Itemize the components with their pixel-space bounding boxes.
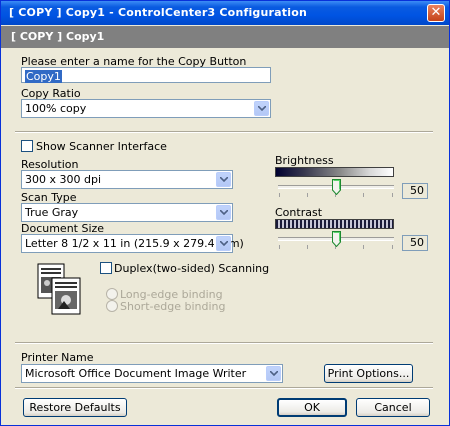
- contrast-value-box: 50: [402, 235, 428, 251]
- chevron-down-icon[interactable]: [216, 205, 231, 220]
- chevron-down-icon[interactable]: [216, 236, 231, 251]
- separator-top: [15, 131, 433, 133]
- show-scanner-interface-label: Show Scanner Interface: [36, 140, 167, 153]
- restore-defaults-button[interactable]: Restore Defaults: [23, 398, 127, 417]
- header-band: [ COPY ] Copy1: [1, 26, 449, 48]
- contrast-label: Contrast: [275, 206, 323, 219]
- ok-button[interactable]: OK: [277, 398, 347, 417]
- duplex-scanning-checkbox[interactable]: [100, 262, 112, 274]
- slider-tick: [392, 245, 393, 249]
- slider-tick: [307, 245, 308, 249]
- brightness-slider-thumb[interactable]: [331, 179, 341, 195]
- brightness-gradient-bar: [275, 167, 394, 177]
- printer-name-value: Microsoft Office Document Image Writer: [25, 367, 247, 380]
- slider-tick: [392, 193, 393, 197]
- printer-name-label: Printer Name: [21, 351, 94, 364]
- chevron-down-icon[interactable]: [254, 101, 269, 116]
- chevron-down-icon[interactable]: [216, 172, 231, 187]
- brightness-label: Brightness: [275, 154, 334, 167]
- short-edge-binding-label: Short-edge binding: [120, 300, 226, 313]
- resolution-select[interactable]: 300 x 300 dpi: [21, 170, 233, 189]
- scan-type-select[interactable]: True Gray: [21, 203, 233, 222]
- brightness-value-box: 50: [402, 183, 428, 199]
- close-button[interactable]: ✕: [427, 4, 445, 22]
- long-edge-binding-radio[interactable]: [106, 288, 118, 300]
- resolution-value: 300 x 300 dpi: [25, 173, 102, 186]
- cancel-button[interactable]: Cancel: [356, 398, 430, 417]
- slider-tick: [363, 193, 364, 197]
- duplex-scanning-label: Duplex(two-sided) Scanning: [114, 262, 270, 275]
- slider-tick: [279, 245, 280, 249]
- chevron-down-icon[interactable]: [266, 366, 281, 381]
- separator-middle: [15, 342, 433, 344]
- document-size-select[interactable]: Letter 8 1/2 x 11 in (215.9 x 279.4 mm): [21, 234, 244, 253]
- close-icon: ✕: [430, 5, 442, 20]
- window-title: [ COPY ] Copy1 - ControlCenter3 Configur…: [9, 6, 307, 19]
- separator-bottom: [15, 387, 433, 389]
- copy-ratio-value: 100% copy: [25, 102, 87, 115]
- title-bar[interactable]: [ COPY ] Copy1 - ControlCenter3 Configur…: [1, 1, 449, 25]
- slider-tick: [307, 193, 308, 197]
- show-scanner-interface-checkbox[interactable]: [21, 140, 33, 152]
- duplex-document-icon: [37, 263, 81, 315]
- config-dialog: [ COPY ] Copy1 - ControlCenter3 Configur…: [0, 0, 450, 426]
- copy-name-value: Copy1: [25, 70, 62, 83]
- contrast-pattern-bar: [275, 219, 394, 229]
- scan-type-value: True Gray: [25, 206, 79, 219]
- contrast-slider-thumb[interactable]: [331, 231, 341, 247]
- printer-name-select[interactable]: Microsoft Office Document Image Writer: [21, 364, 283, 383]
- copy-name-input[interactable]: Copy1: [21, 67, 271, 83]
- document-size-value: Letter 8 1/2 x 11 in (215.9 x 279.4 mm): [25, 237, 244, 250]
- slider-tick: [279, 193, 280, 197]
- slider-tick: [363, 245, 364, 249]
- print-options-button[interactable]: Print Options...: [324, 364, 413, 383]
- copy-ratio-select[interactable]: 100% copy: [21, 99, 271, 118]
- short-edge-binding-radio[interactable]: [106, 300, 118, 312]
- header-title: [ COPY ] Copy1: [11, 30, 105, 43]
